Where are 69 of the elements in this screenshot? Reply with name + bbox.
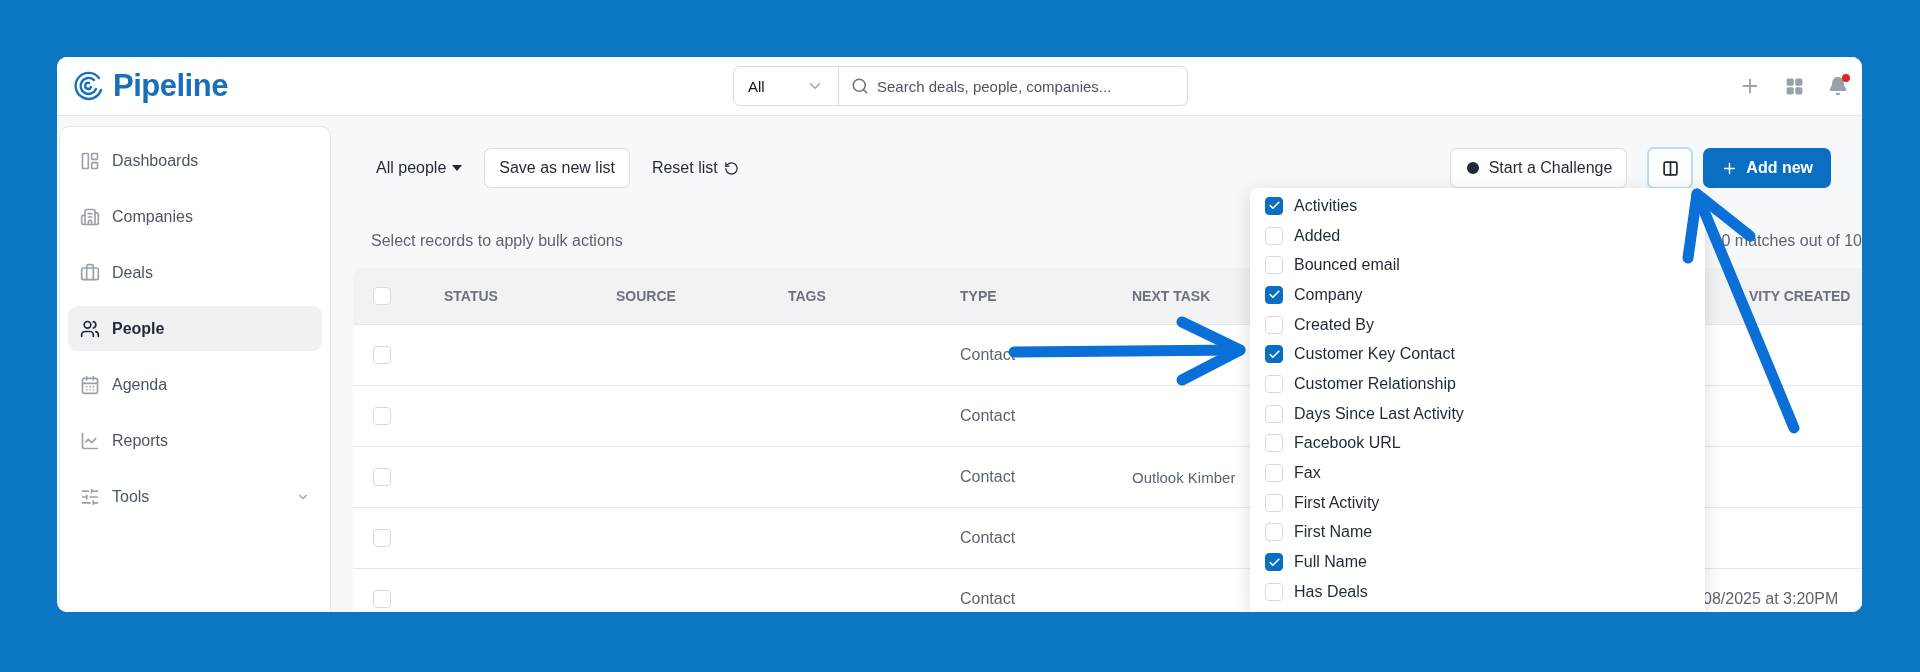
search-icon: [851, 77, 869, 95]
table-cell: Outlook Kimber: [1132, 468, 1236, 486]
column-option[interactable]: Bounced email: [1250, 250, 1705, 281]
column-option[interactable]: Customer Relationship: [1250, 369, 1705, 399]
row-checkbox[interactable]: [373, 468, 391, 486]
sidebar-item[interactable]: Reports: [68, 418, 322, 463]
row-checkbox[interactable]: [373, 346, 391, 364]
notification-bell-icon[interactable]: [1828, 76, 1848, 96]
column-option[interactable]: Facebook URL: [1250, 428, 1705, 459]
column-option[interactable]: Activities: [1250, 191, 1705, 221]
sidebar-item-icon: [80, 206, 100, 227]
sidebar-item[interactable]: Dashboards: [68, 138, 322, 183]
sidebar-item-icon: [80, 318, 100, 339]
save-list-button[interactable]: Save as new list: [484, 148, 630, 188]
sidebar-item-icon: [80, 150, 100, 171]
bulk-actions-hint: Select records to apply bulk actions: [370, 232, 623, 250]
table-cell: Contact: [960, 468, 1016, 486]
columns-icon: [1661, 159, 1679, 177]
table-cell: Contact: [960, 529, 1016, 547]
column-header: NEXT TASK: [1132, 288, 1211, 304]
sidebar-item-icon: [80, 486, 100, 507]
table-cell: Contact: [960, 590, 1016, 608]
column-option[interactable]: Created By: [1250, 309, 1705, 340]
logo-icon: [73, 70, 105, 102]
column-header: STATUS: [444, 288, 498, 304]
row-checkbox[interactable]: [373, 529, 391, 547]
reset-list-button[interactable]: Reset list: [651, 159, 739, 177]
row-checkbox[interactable]: [373, 590, 391, 608]
column-option[interactable]: Fax: [1250, 458, 1705, 488]
column-option[interactable]: Added: [1250, 220, 1705, 251]
list-selector[interactable]: All people: [353, 159, 463, 177]
column-option[interactable]: Company: [1250, 280, 1705, 310]
add-new-button[interactable]: Add new: [1703, 148, 1831, 188]
sidebar-item[interactable]: Deals: [68, 250, 322, 295]
column-checkbox[interactable]: [1265, 196, 1283, 215]
table-cell: 08/2025 at 3:20PM: [1703, 590, 1839, 608]
row-checkbox[interactable]: [373, 407, 391, 425]
sidebar-item-icon: [80, 262, 100, 283]
column-option[interactable]: First Activity: [1250, 487, 1705, 518]
start-challenge-button[interactable]: Start a Challenge: [1449, 148, 1628, 188]
sidebar-item[interactable]: Companies: [68, 194, 322, 239]
column-checkbox[interactable]: [1265, 553, 1283, 572]
column-option[interactable]: Has Deals: [1250, 576, 1705, 607]
sidebar-item[interactable]: People: [68, 306, 322, 351]
columns-button[interactable]: [1647, 147, 1694, 189]
column-header: VITY CREATED: [1749, 288, 1851, 304]
select-all-checkbox[interactable]: [373, 287, 391, 305]
sidebar-item-icon: [80, 374, 100, 395]
column-option[interactable]: First Name: [1250, 517, 1705, 548]
column-option[interactable]: Full Name: [1250, 547, 1705, 577]
sidebar-item[interactable]: Agenda: [68, 362, 322, 407]
search-scope-select[interactable]: All: [733, 66, 839, 106]
column-checkbox[interactable]: [1265, 345, 1283, 364]
apps-grid-icon[interactable]: [1785, 76, 1804, 96]
sidebar-item[interactable]: Tools: [68, 474, 322, 519]
column-option[interactable]: Customer Key Contact: [1250, 339, 1705, 370]
app-logo-text: Pipeline: [113, 68, 228, 104]
search-field[interactable]: Search deals, people, companies...: [839, 66, 1188, 106]
check-icon: [1267, 347, 1281, 361]
sidebar-item-icon: [80, 430, 100, 451]
column-header: TAGS: [788, 288, 826, 304]
table-cell: Contact: [960, 407, 1016, 425]
caret-down-icon: [452, 165, 463, 171]
column-header: SOURCE: [616, 288, 676, 304]
reset-icon: [723, 160, 739, 176]
column-checkbox[interactable]: [1265, 285, 1283, 304]
check-icon: [1267, 555, 1281, 569]
column-option[interactable]: Days Since Last Activity: [1250, 398, 1705, 429]
column-header: TYPE: [960, 288, 997, 304]
